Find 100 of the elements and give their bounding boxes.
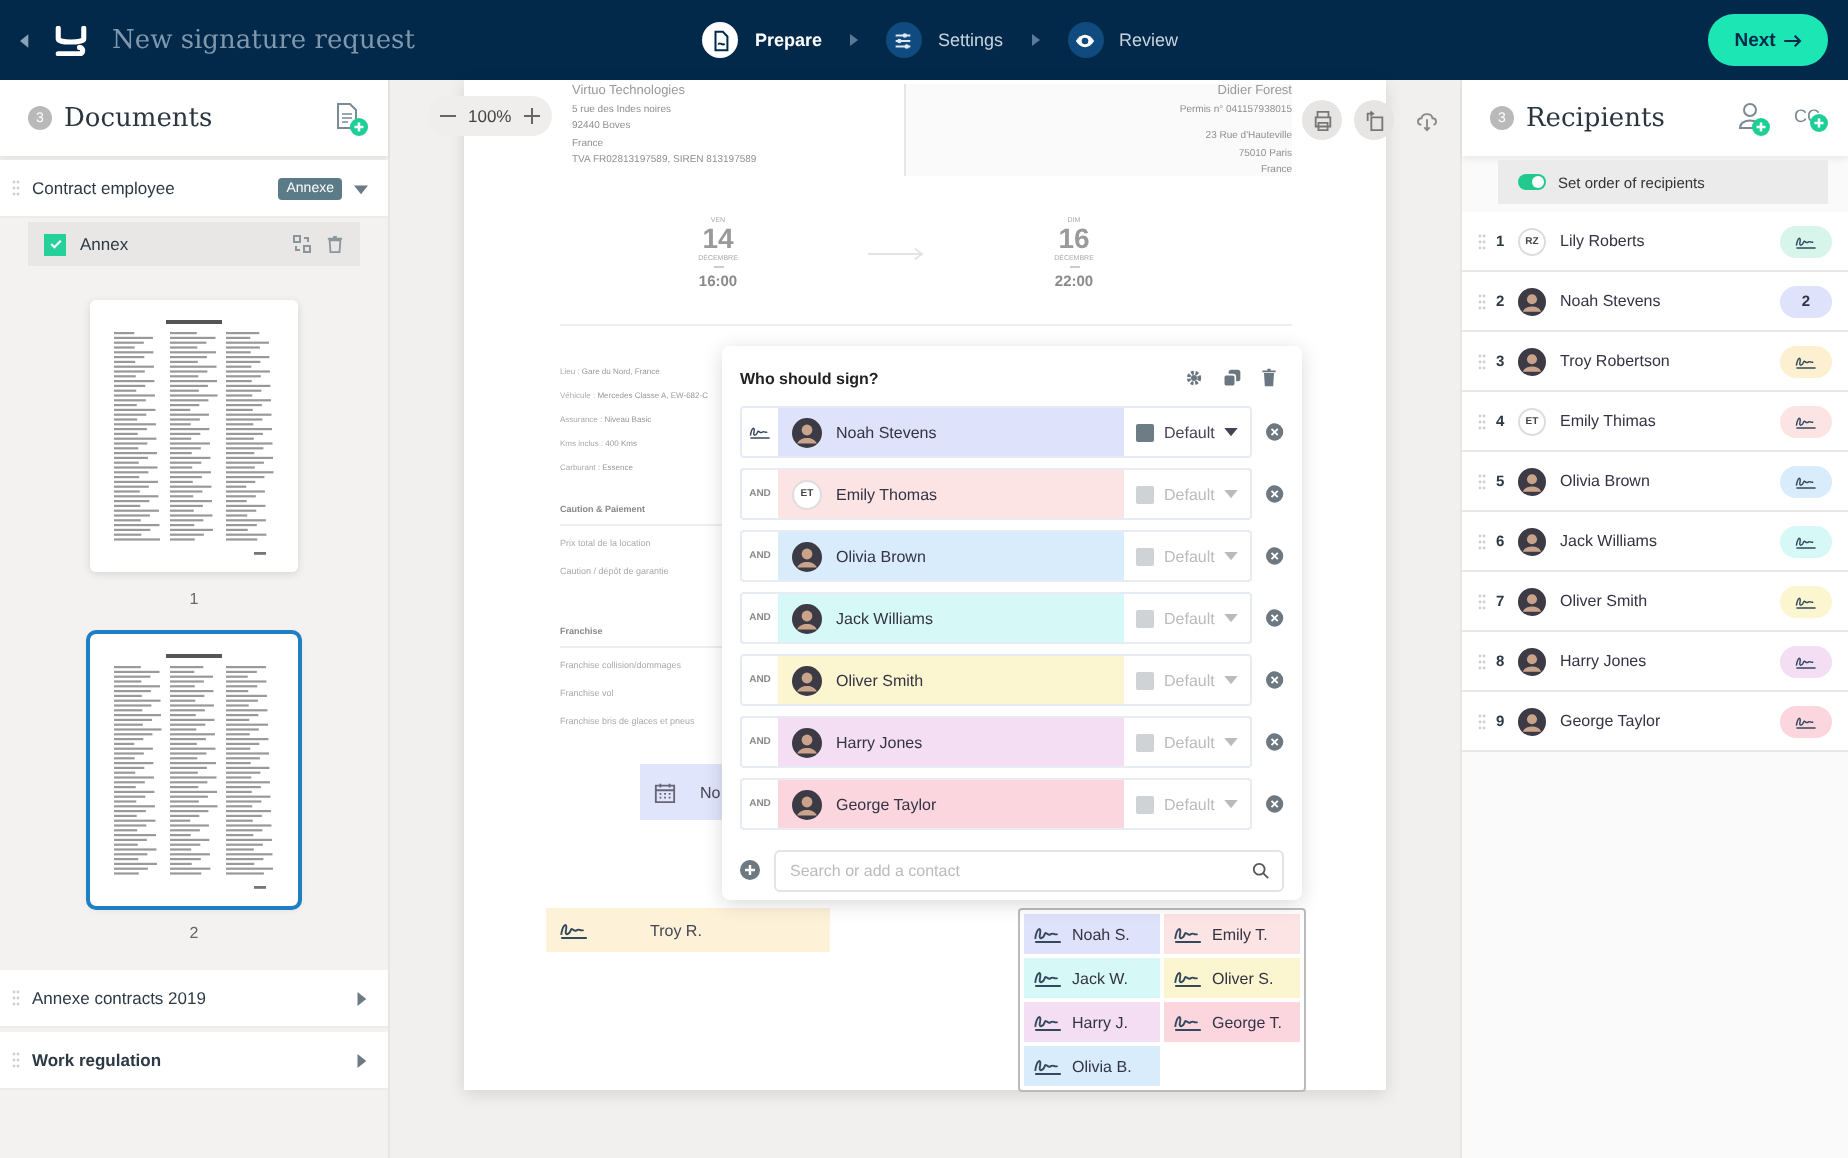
document-group-row[interactable]: Work regulation — [0, 1032, 388, 1090]
back-icon[interactable] — [20, 33, 30, 47]
step-tab[interactable]: Settings — [885, 22, 1003, 58]
caret-icon — [1224, 737, 1239, 747]
avatar-icon — [1518, 347, 1546, 375]
dialog-title: Who should sign? — [740, 369, 881, 387]
avatar-icon — [792, 417, 822, 447]
zoom-level: 100% — [468, 106, 512, 126]
drag-handle-icon[interactable] — [1478, 713, 1486, 729]
caret-icon — [1224, 799, 1239, 809]
date-number: 16 — [1058, 224, 1090, 254]
step-tab[interactable]: Review — [1067, 22, 1179, 58]
signer-chip[interactable]: Olivia B. — [1024, 1046, 1160, 1086]
calendar-icon — [654, 781, 676, 803]
signer-chip[interactable]: Emily T. — [1164, 914, 1300, 954]
checkbox[interactable] — [44, 233, 66, 255]
settings-icon[interactable] — [1184, 368, 1204, 388]
signer-chip[interactable]: Harry J. — [1024, 1002, 1160, 1042]
drag-handle-icon[interactable] — [12, 1052, 20, 1068]
remove-icon[interactable] — [1266, 794, 1284, 814]
signer-chip[interactable]: Oliver S. — [1164, 958, 1300, 998]
trash-icon[interactable] — [1260, 368, 1278, 388]
drag-handle-icon[interactable] — [12, 180, 20, 196]
drag-handle-icon[interactable] — [1478, 653, 1486, 669]
search-icon — [1252, 861, 1270, 879]
signer-chip[interactable]: Jack W. — [1024, 958, 1160, 998]
arrow-right-icon — [1783, 33, 1802, 47]
field-type-select[interactable]: Default — [1124, 408, 1251, 456]
recipient-name: Jack Williams — [1560, 532, 1659, 550]
drag-handle-icon[interactable] — [1478, 533, 1486, 549]
printer-icon — [1311, 109, 1333, 131]
add-document-icon[interactable] — [336, 101, 368, 135]
file-row[interactable]: Annex — [28, 222, 360, 266]
avatar-icon — [792, 603, 822, 633]
signature-icon — [1032, 1056, 1064, 1076]
drag-handle-icon[interactable] — [1478, 293, 1486, 309]
page-number: 1 — [189, 590, 199, 608]
eye-icon — [1074, 29, 1096, 51]
remove-icon[interactable] — [1266, 422, 1284, 442]
signer-name: Troy R. — [650, 921, 702, 939]
remove-icon[interactable] — [1266, 484, 1284, 504]
signer-chip[interactable]: George T. — [1164, 1002, 1300, 1042]
file-name: Annex — [80, 234, 131, 254]
remove-icon[interactable] — [1266, 732, 1284, 752]
document-group-row[interactable]: Annexe contracts 2019 — [0, 970, 388, 1028]
page-thumbnail[interactable] — [90, 300, 298, 572]
drag-handle-icon[interactable] — [12, 990, 20, 1006]
chevron-icon — [849, 34, 858, 46]
plus-icon — [1752, 117, 1770, 135]
page-thumbnail[interactable] — [90, 634, 298, 906]
signer-name: Jack Williams — [836, 609, 933, 627]
recipient-name: George Taylor — [1560, 712, 1663, 730]
signature-field[interactable]: Troy R. — [546, 908, 830, 952]
step-tab[interactable]: Prepare — [702, 22, 822, 58]
drag-handle-icon[interactable] — [1478, 593, 1486, 609]
trash-icon[interactable] — [326, 234, 344, 254]
caret-icon — [1224, 675, 1239, 685]
signer-name: Oliver Smith — [836, 671, 924, 689]
avatar-icon — [1518, 527, 1546, 555]
window-title: New signature request — [112, 25, 415, 55]
signature-icon — [1032, 1012, 1064, 1032]
signer-name: George Taylor — [836, 795, 937, 813]
arrow-right-icon — [868, 245, 924, 262]
drag-handle-icon[interactable] — [1478, 473, 1486, 489]
remove-icon[interactable] — [1266, 546, 1284, 566]
caret-icon — [354, 181, 368, 195]
replace-icon[interactable] — [292, 234, 312, 254]
avatar-icon — [792, 665, 822, 695]
recipient-name: Olivia Brown — [1560, 472, 1652, 490]
plus-icon — [350, 117, 368, 135]
avatar-icon — [1518, 707, 1546, 735]
remove-icon[interactable] — [1266, 670, 1284, 690]
toggle-switch[interactable] — [1518, 174, 1546, 190]
add-icon[interactable] — [740, 860, 760, 880]
logo-icon — [54, 25, 88, 55]
recipient-name: Harry Jones — [1560, 652, 1649, 670]
remove-icon[interactable] — [1266, 608, 1284, 628]
search-field[interactable]: Search or add a contact — [774, 849, 1284, 891]
date-number: 14 — [702, 224, 734, 254]
caret-icon — [1224, 427, 1239, 437]
drag-handle-icon[interactable] — [1478, 233, 1486, 249]
add-recipient-icon[interactable] — [1738, 101, 1770, 135]
caret-icon — [1224, 551, 1239, 561]
avatar-icon — [1518, 647, 1546, 675]
avatar-icon — [1518, 587, 1546, 615]
signature-icon — [1172, 968, 1204, 988]
signer-row[interactable]: Noah Stevens Default — [740, 406, 1253, 458]
cloud-download-icon — [1415, 109, 1437, 131]
rotate-icon — [1363, 109, 1385, 131]
page-number: 2 — [189, 924, 199, 942]
recipient-name: Oliver Smith — [1560, 592, 1650, 610]
signature-icon — [1172, 924, 1204, 944]
drag-handle-icon[interactable] — [1478, 413, 1486, 429]
next-button[interactable]: Next — [1708, 14, 1828, 66]
copy-icon[interactable] — [1222, 368, 1242, 388]
drag-handle-icon[interactable] — [1478, 353, 1486, 369]
signer-chip[interactable]: Noah S. — [1024, 914, 1160, 954]
zoom-in-icon[interactable] — [523, 108, 540, 124]
signature-icon — [1032, 968, 1064, 988]
caret-icon — [1224, 489, 1239, 499]
